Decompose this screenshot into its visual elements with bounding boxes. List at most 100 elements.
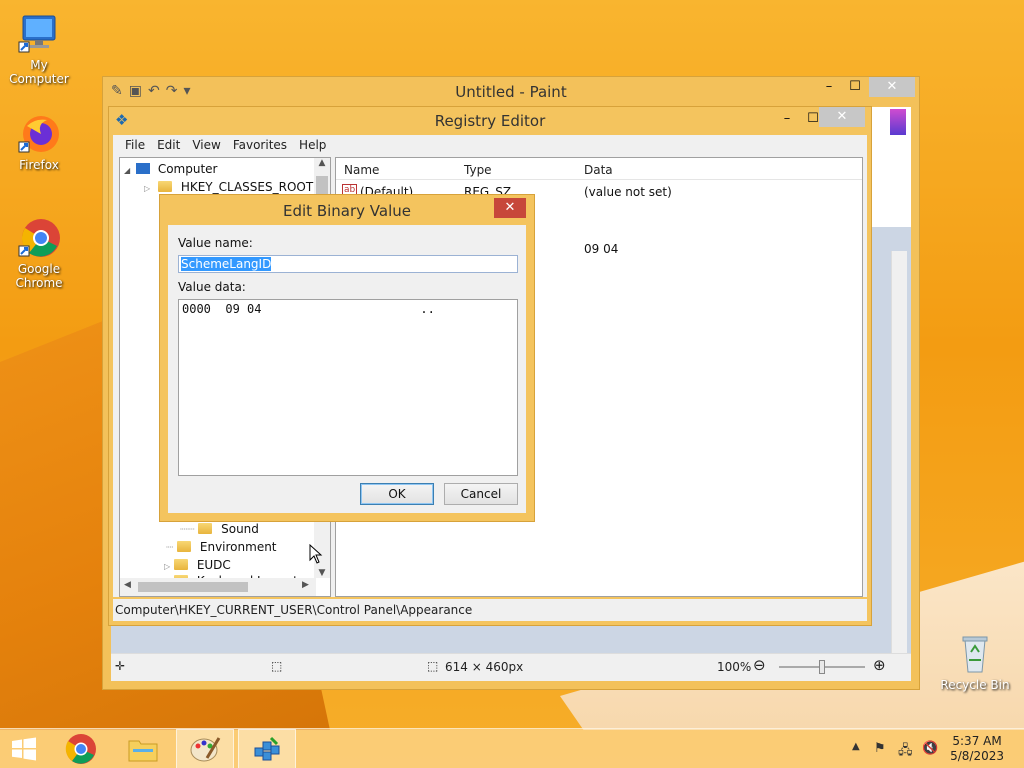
value-data: (value not set) [584, 185, 672, 199]
taskbar-paint[interactable] [176, 729, 234, 768]
taskbar-file-explorer[interactable] [114, 729, 172, 768]
collapse-arrow-icon[interactable]: ◢ [124, 166, 130, 175]
zoom-slider-thumb[interactable] [819, 660, 825, 674]
zoom-slider[interactable] [779, 660, 865, 674]
value-name-label: Value name: [178, 236, 253, 250]
column-data[interactable]: Data [584, 163, 613, 177]
value-name-field[interactable]: SchemeLangID [178, 255, 518, 273]
scroll-left-arrow-icon[interactable]: ◀ [124, 580, 131, 590]
folder-icon [198, 523, 213, 534]
cancel-button[interactable]: Cancel [444, 483, 518, 505]
canvas-dimensions: 614 × 460px [445, 660, 524, 674]
menu-file[interactable]: File [119, 135, 151, 155]
paint-palette-icon [190, 737, 221, 762]
tree-item-label: EUDC [196, 558, 231, 572]
taskbar: ▲ ⚑ 🖧 🔇 5:37 AM 5/8/2023 [0, 728, 1024, 768]
expand-arrow-icon[interactable]: ▷ [144, 184, 150, 193]
tree-item-computer[interactable]: ◢ Computer [124, 162, 217, 176]
taskbar-registry-editor[interactable] [238, 729, 296, 768]
scroll-up-arrow-icon[interactable]: ▲ [314, 158, 330, 168]
maximize-button[interactable]: ☐ [841, 77, 869, 97]
show-hidden-icons-button[interactable]: ▲ [852, 741, 860, 752]
zoom-in-button[interactable]: ⊕ [873, 656, 886, 674]
paint-titlebar[interactable]: ✎ ▣ ↶ ↷ ▾ Untitled - Paint – ☐ ✕ [103, 77, 919, 107]
tree-item-environment[interactable]: ┈ Environment [166, 540, 277, 554]
scroll-thumb[interactable] [138, 582, 248, 592]
computer-icon [135, 163, 150, 174]
zoom-out-button[interactable]: ⊖ [753, 656, 766, 674]
tree-item-eudc[interactable]: ▷ EUDC [164, 558, 231, 572]
desktop-icon-my-computer[interactable]: My Computer [0, 12, 78, 86]
firefox-icon [17, 112, 61, 156]
value-name-text: SchemeLangID [181, 257, 272, 271]
dialog-titlebar[interactable]: Edit Binary Value ✕ [160, 195, 534, 225]
windows-logo-icon [12, 737, 36, 761]
canvas-size-icon: ⬚ [427, 659, 439, 673]
desktop-icon-label: Firefox [19, 158, 59, 172]
zoom-level: 100% [717, 660, 752, 674]
dialog-close-button[interactable]: ✕ [494, 198, 526, 218]
desktop-icon-label: Recycle Bin [940, 678, 1010, 692]
value-data-editor[interactable]: 0000 09 04 .. [178, 299, 518, 476]
current-key-path: Computer\HKEY_CURRENT_USER\Control Panel… [115, 603, 473, 617]
action-center-flag-icon[interactable]: ⚑ [874, 741, 886, 756]
tree-item-sound[interactable]: ┈┈ Sound [180, 522, 259, 536]
menu-help[interactable]: Help [293, 135, 332, 155]
selection-size-icon: ⬚ [271, 659, 283, 673]
regedit-titlebar[interactable]: ❖ Registry Editor – ☐ ✕ [109, 107, 871, 135]
system-clock[interactable]: 5:37 AM 5/8/2023 [950, 734, 1004, 764]
menu-edit[interactable]: Edit [151, 135, 186, 155]
tree-item-label: Environment [199, 540, 277, 554]
folder-icon [128, 740, 158, 762]
close-button[interactable]: ✕ [819, 107, 865, 127]
chrome-icon [17, 216, 61, 260]
dialog-title: Edit Binary Value [283, 202, 411, 220]
close-button[interactable]: ✕ [869, 77, 915, 97]
tree-item-label: Sound [221, 522, 259, 536]
desktop-icon-recycle-bin[interactable]: Recycle Bin [936, 632, 1014, 692]
menu-favorites[interactable]: Favorites [227, 135, 293, 155]
start-button[interactable] [0, 729, 48, 768]
clock-date: 5/8/2023 [950, 749, 1004, 763]
taskbar-chrome[interactable] [52, 729, 110, 768]
minimize-button[interactable]: – [815, 77, 843, 97]
chrome-icon [65, 734, 96, 764]
move-cursor-icon: ✛ [115, 659, 126, 673]
recycle-bin-icon [953, 632, 997, 676]
edit-colors-icon [890, 109, 906, 135]
tree-item-label: Computer [157, 162, 218, 176]
tree-item-label: HKEY_CLASSES_ROOT [180, 180, 314, 194]
column-type[interactable]: Type [464, 163, 492, 177]
regedit-window-title: Registry Editor [434, 112, 546, 130]
list-header: Name Type Data [336, 158, 862, 180]
tree-horizontal-scrollbar[interactable]: ◀ ▶ [120, 578, 316, 596]
folder-icon [177, 541, 192, 552]
ok-button[interactable]: OK [360, 483, 434, 505]
folder-icon [173, 559, 188, 570]
column-name[interactable]: Name [344, 163, 379, 177]
paint-statusbar: ✛ ⬚ ⬚ 614 × 460px 100% ⊖ ⊕ [111, 653, 911, 681]
paint-window-title: Untitled - Paint [455, 83, 567, 101]
volume-muted-icon[interactable]: 🔇 [922, 741, 938, 756]
expand-arrow-icon[interactable]: ▷ [164, 562, 170, 571]
registry-editor-icon [254, 736, 280, 761]
network-icon[interactable]: 🖧 [898, 741, 913, 763]
regedit-statusbar: Computer\HKEY_CURRENT_USER\Control Panel… [113, 599, 867, 621]
mouse-cursor-icon [309, 544, 323, 564]
regedit-menubar: File Edit View Favorites Help [113, 135, 867, 155]
scroll-right-arrow-icon[interactable]: ▶ [302, 580, 309, 590]
desktop-icon-firefox[interactable]: Firefox [0, 112, 78, 172]
edit-binary-value-dialog[interactable]: Edit Binary Value ✕ Value name: SchemeLa… [159, 194, 535, 522]
desktop-icon-label: My Computer [9, 58, 69, 86]
value-data-label: Value data: [178, 280, 246, 294]
scroll-down-arrow-icon[interactable]: ▼ [314, 568, 330, 578]
minimize-button[interactable]: – [773, 109, 801, 129]
menu-view[interactable]: View [186, 135, 226, 155]
canvas-vertical-scrollbar[interactable] [891, 251, 907, 681]
folder-icon [157, 181, 172, 192]
monitor-icon [17, 12, 61, 56]
tree-item-hkey-classes-root[interactable]: ▷ HKEY_CLASSES_ROOT [144, 180, 313, 194]
desktop-icon-google-chrome[interactable]: Google Chrome [0, 216, 78, 290]
desktop-icon-label: Google Chrome [15, 262, 63, 290]
clock-time: 5:37 AM [952, 734, 1002, 748]
